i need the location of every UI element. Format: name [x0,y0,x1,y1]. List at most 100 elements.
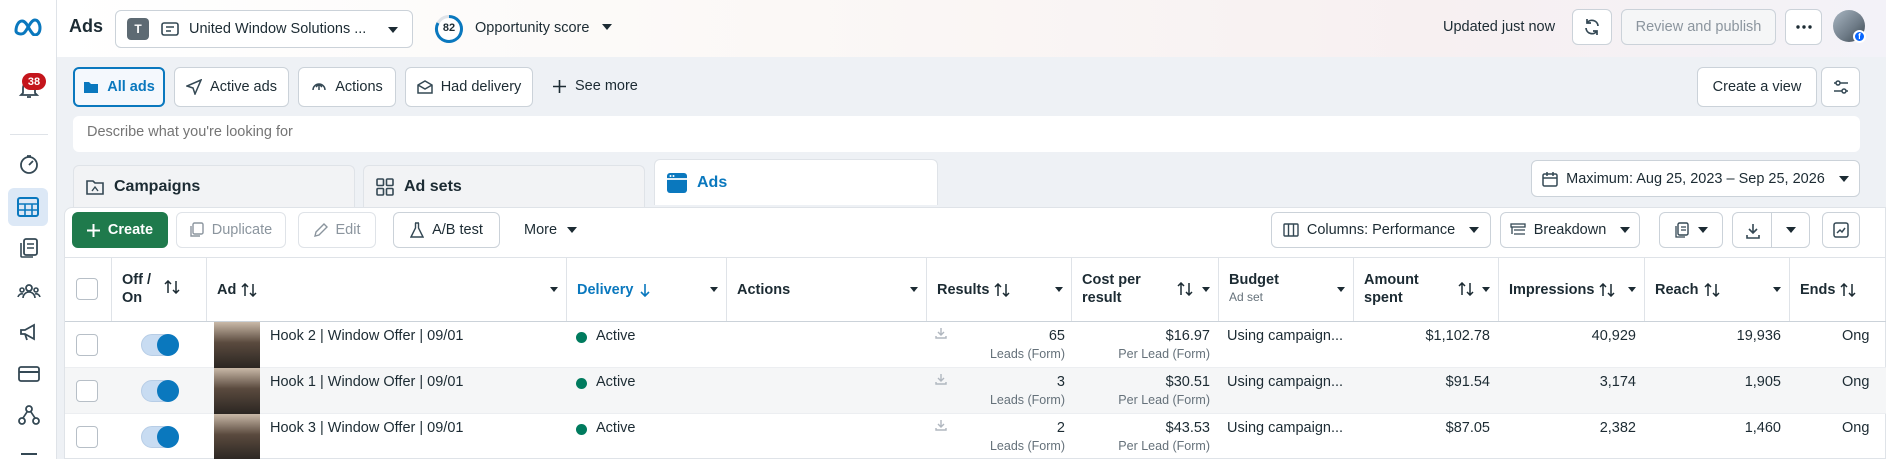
tab-campaigns[interactable]: Campaigns [73,165,355,207]
filter-all-ads[interactable]: All ads [73,67,165,107]
on-off-toggle[interactable] [141,334,179,356]
speedometer-icon[interactable] [16,151,42,177]
refresh-icon [1583,18,1601,36]
results-value: 65 [1048,328,1065,344]
col-ends-label: Ends [1800,281,1836,298]
create-button[interactable]: Create [72,212,168,248]
results-type: Leads (Form) [989,347,1065,361]
chevron-down-icon[interactable] [602,24,612,30]
grid-icon [376,177,394,196]
ads-manager-table-icon[interactable] [8,188,48,226]
chevron-down-icon[interactable] [1337,287,1345,292]
duplicate-button[interactable]: Duplicate [176,212,286,248]
chevron-down-icon [1698,227,1708,233]
search-input[interactable] [87,124,1787,140]
search-box[interactable] [73,116,1860,152]
table-row[interactable]: Hook 1 | Window Offer | 09/01 Active 3 L… [65,368,1886,414]
filter-actions[interactable]: Actions [298,67,396,107]
ad-thumbnail[interactable] [214,414,260,459]
ad-thumbnail[interactable] [214,368,260,414]
ad-name[interactable]: Hook 1 | Window Offer | 09/01 [270,374,463,390]
chevron-down-icon[interactable] [1482,287,1490,292]
documents-icon[interactable] [16,235,42,261]
col-results[interactable]: Results [927,258,1072,321]
date-range-picker[interactable]: Maximum: Aug 25, 2023 – Sep 25, 2026 [1531,160,1860,197]
col-reach[interactable]: Reach [1645,258,1790,321]
facebook-badge-icon: f [1853,30,1866,43]
status-dot [576,378,587,389]
select-all-checkbox[interactable] [76,278,98,300]
col-ad[interactable]: Ad [207,258,567,321]
ads-tab-icon [667,172,687,193]
row-checkbox[interactable] [76,380,98,402]
col-ends[interactable]: Ends [1790,258,1886,321]
results-value: 2 [1056,420,1065,436]
table-row[interactable]: Hook 2 | Window Offer | 09/01 Active 65 … [65,322,1886,368]
tab-ad-sets[interactable]: Ad sets [363,165,645,207]
row-checkbox[interactable] [76,334,98,356]
ad-name[interactable]: Hook 3 | Window Offer | 09/01 [270,420,463,436]
chevron-down-icon[interactable] [1202,287,1210,292]
edit-button[interactable]: Edit [298,212,376,248]
tab-ads[interactable]: Ads [654,159,938,205]
col-impressions[interactable]: Impressions [1499,258,1645,321]
create-view-button[interactable]: Create a view [1697,67,1817,107]
results-type: Leads (Form) [989,393,1065,407]
audiences-icon[interactable] [16,278,42,304]
account-selector[interactable]: T United Window Solutions ... [115,10,413,48]
ab-test-label: A/B test [432,222,483,238]
filter-active-ads[interactable]: Active ads [174,67,289,107]
status-dot [576,424,587,435]
download-icon[interactable] [935,327,947,339]
review-and-publish-button[interactable]: Review and publish [1621,9,1776,45]
megaphone-icon[interactable] [16,319,42,345]
table-row[interactable]: Hook 3 | Window Offer | 09/01 Active 2 L… [65,414,1886,459]
chevron-down-icon[interactable] [710,287,718,292]
col-off-on[interactable]: Off / On [112,258,207,321]
ad-thumbnail[interactable] [214,322,260,368]
chevron-down-icon[interactable] [1773,287,1781,292]
ab-test-button[interactable]: A/B test [393,212,500,248]
columns-dropdown[interactable]: Columns: Performance [1271,212,1491,248]
see-more-button[interactable]: See more [553,78,638,94]
col-amount-line2: spent [1364,290,1403,306]
billing-card-icon[interactable] [16,361,42,387]
export-button[interactable] [1732,212,1810,248]
events-manager-icon[interactable] [16,402,42,428]
amount-spent: $1,102.78 [1425,328,1490,344]
reach-value: 1,905 [1744,374,1781,390]
chevron-down-icon[interactable] [1055,287,1063,292]
col-amount-spent[interactable]: Amount spent [1354,258,1499,321]
sliders-icon [1833,80,1849,94]
filter-had-delivery[interactable]: Had delivery [405,67,533,107]
download-icon[interactable] [935,373,947,385]
charts-button[interactable] [1822,212,1860,248]
col-cost-per-result[interactable]: Cost per result [1072,258,1219,321]
download-icon[interactable] [935,419,947,431]
breakdown-dropdown[interactable]: Breakdown [1500,212,1640,248]
chevron-down-icon[interactable] [910,287,918,292]
more-options-button[interactable] [1785,9,1822,45]
col-delivery[interactable]: Delivery [567,258,727,321]
row-checkbox[interactable] [76,426,98,448]
tab-ad-sets-label: Ad sets [404,177,462,195]
more-dropdown[interactable]: More [524,222,578,238]
ad-name[interactable]: Hook 2 | Window Offer | 09/01 [270,328,463,344]
opportunity-score-label[interactable]: Opportunity score [475,20,589,36]
calendar-icon [1542,171,1558,187]
chevron-down-icon[interactable] [1628,287,1636,292]
col-actions[interactable]: Actions [727,258,927,321]
view-settings-button[interactable] [1821,67,1860,107]
meta-logo-icon[interactable] [12,14,46,40]
menu-icon[interactable] [16,446,42,458]
reports-dropdown[interactable] [1659,212,1723,248]
on-off-toggle[interactable] [141,426,179,448]
edit-label: Edit [335,222,361,238]
on-off-toggle[interactable] [141,380,179,402]
refresh-button[interactable] [1572,9,1612,45]
opportunity-score-gauge[interactable]: 82 [434,14,464,44]
chevron-down-icon[interactable] [550,287,558,292]
plus-icon [553,79,566,93]
col-ad-label: Ad [217,281,237,298]
col-budget[interactable]: Budget Ad set [1219,258,1354,321]
